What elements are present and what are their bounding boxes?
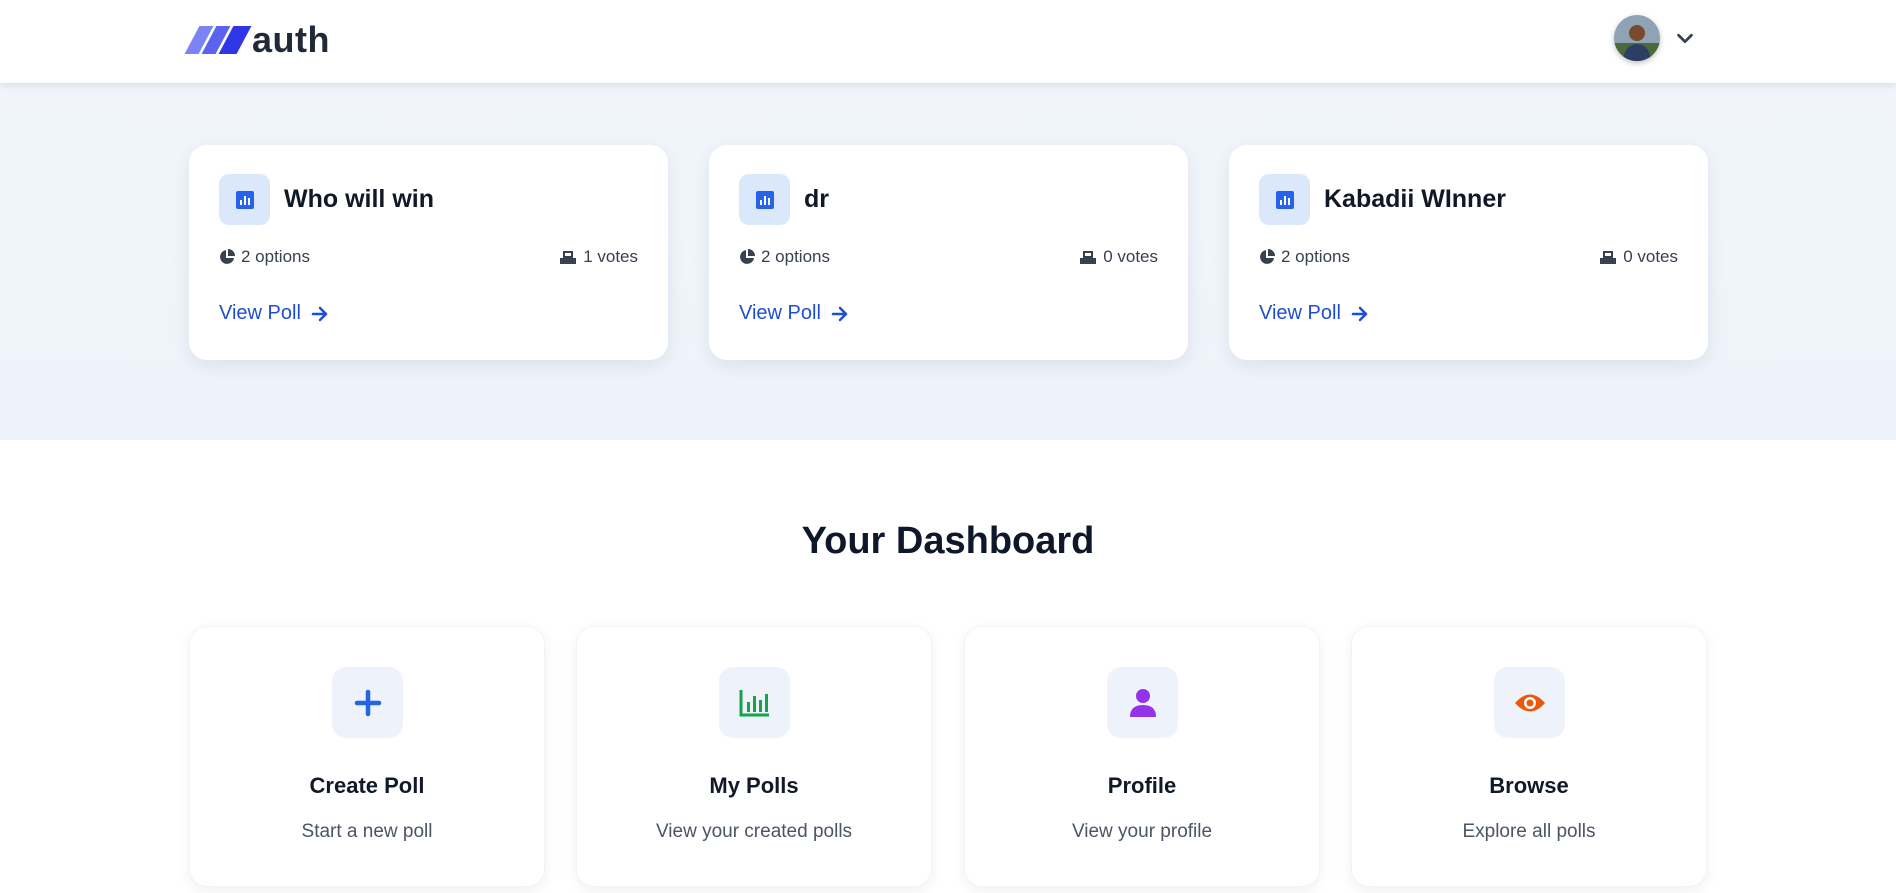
poll-card: dr 2 options 0 votes View Poll (709, 145, 1188, 360)
plus-icon (332, 667, 403, 738)
card-label: Browse (1489, 773, 1569, 798)
logo-mark-icon (184, 26, 252, 54)
poll-chart-icon (219, 174, 270, 225)
poll-votes-count: 0 votes (1103, 247, 1158, 266)
pie-chart-icon (1260, 249, 1275, 264)
pie-chart-icon (740, 249, 755, 264)
poll-votes-count: 0 votes (1623, 247, 1678, 266)
chart-icon (719, 667, 790, 738)
top-navbar: auth (0, 0, 1896, 83)
poll-options-count: 2 options (241, 247, 310, 266)
arrow-right-icon (1351, 306, 1368, 321)
profile-card[interactable]: Profile View your profile (964, 626, 1320, 887)
card-label: Profile (1107, 773, 1177, 798)
poll-votes-count: 1 votes (583, 247, 638, 266)
user-menu[interactable] (1614, 15, 1696, 61)
view-poll-link[interactable]: View Poll (739, 302, 849, 325)
card-label: Create Poll (309, 773, 425, 798)
browse-card[interactable]: Browse Explore all polls (1351, 626, 1707, 887)
card-subtitle: Start a new poll (301, 821, 433, 842)
eye-icon (1494, 667, 1565, 738)
ballot-box-icon (1600, 251, 1617, 264)
poll-options-count: 2 options (1281, 247, 1350, 266)
avatar[interactable] (1614, 15, 1660, 61)
poll-title: Kabadii WInner (1324, 185, 1506, 213)
poll-options-count: 2 options (761, 247, 830, 266)
poll-title: dr (804, 185, 829, 213)
view-poll-link[interactable]: View Poll (1259, 302, 1369, 325)
poll-card: Kabadii WInner 2 options 0 votes View Po… (1229, 145, 1708, 360)
view-poll-label: View Poll (1259, 302, 1341, 324)
arrow-right-icon (831, 306, 848, 321)
poll-chart-icon (739, 174, 790, 225)
poll-card: Who will win 2 options 1 votes View Poll (189, 145, 668, 360)
chevron-down-icon[interactable] (1674, 27, 1696, 49)
ballot-box-icon (1080, 251, 1097, 264)
card-subtitle: View your profile (1071, 821, 1213, 842)
logo-text: auth (252, 19, 330, 60)
pie-chart-icon (220, 249, 235, 264)
arrow-right-icon (311, 306, 328, 321)
view-poll-link[interactable]: View Poll (219, 302, 329, 325)
card-subtitle: Explore all polls (1462, 821, 1596, 842)
my-polls-card[interactable]: My Polls View your created polls (576, 626, 932, 887)
view-poll-label: View Poll (219, 302, 301, 324)
poll-chart-icon (1259, 174, 1310, 225)
dashboard-title: Your Dashboard (801, 520, 1095, 562)
logo[interactable]: auth (184, 19, 330, 60)
card-label: My Polls (709, 773, 799, 798)
user-icon (1107, 667, 1178, 738)
create-poll-card[interactable]: Create Poll Start a new poll (189, 626, 545, 887)
poll-title: Who will win (284, 185, 434, 213)
ballot-box-icon (560, 251, 577, 264)
view-poll-label: View Poll (739, 302, 821, 324)
card-subtitle: View your created polls (655, 821, 853, 842)
